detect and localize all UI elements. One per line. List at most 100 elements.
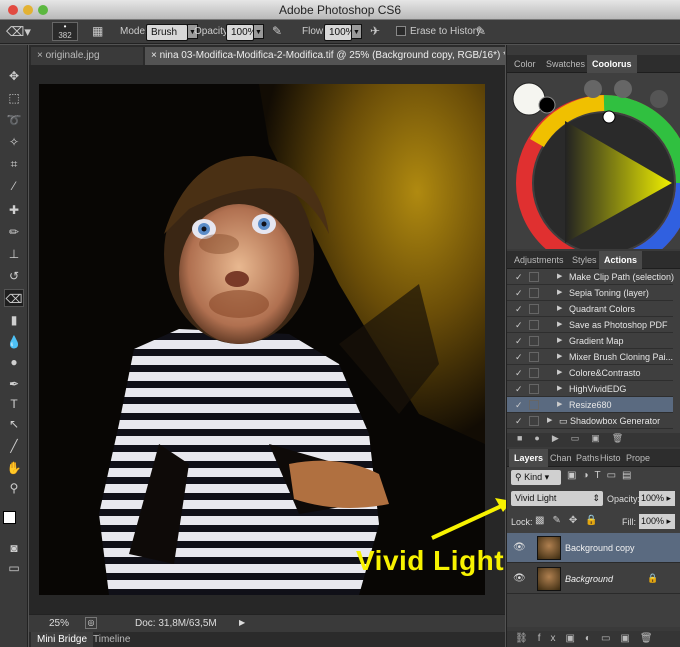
path-select-tool-icon[interactable]: ↖ xyxy=(4,415,24,433)
zoom-tool-icon[interactable]: ⚲ xyxy=(4,479,24,497)
document-image[interactable] xyxy=(39,84,485,595)
history-brush-tool-icon[interactable]: ↺ xyxy=(4,267,24,285)
mode-select[interactable]: Brush ▼ xyxy=(146,24,198,41)
traffic-min[interactable] xyxy=(23,5,33,15)
expand-arrow-icon[interactable]: ▶ xyxy=(557,381,562,397)
tab-originale[interactable]: × originale.jpg xyxy=(31,47,143,65)
share-icon[interactable]: ◎ xyxy=(85,617,97,629)
tab-mini-bridge[interactable]: Mini Bridge xyxy=(31,632,94,647)
check-icon[interactable]: ✓ xyxy=(515,333,523,349)
check-icon[interactable]: ✓ xyxy=(515,301,523,317)
dialog-toggle[interactable] xyxy=(529,384,539,394)
eraser-tool-icon[interactable]: ⌫▾ xyxy=(6,24,31,39)
tab-color[interactable]: Color xyxy=(509,55,541,73)
action-item-selected[interactable]: ✓ ▶ Resize680 xyxy=(507,397,673,413)
traffic-max[interactable] xyxy=(38,5,48,15)
close-icon[interactable]: × xyxy=(151,50,160,61)
eyedropper-tool-icon[interactable]: ⁄ xyxy=(4,177,24,195)
layers-footer-buttons[interactable]: ⛓fx▣◐▭▣🗑 xyxy=(507,631,680,647)
visibility-eye-icon[interactable]: 👁 xyxy=(513,573,526,584)
clone-stamp-tool-icon[interactable]: ⊥ xyxy=(4,245,24,263)
actions-footer-buttons[interactable]: ■●▶▭▣🗑 xyxy=(507,433,680,447)
action-item[interactable]: ✓ ▶ HighVividEDG xyxy=(507,381,673,397)
dialog-toggle[interactable] xyxy=(529,304,539,314)
foreground-color-swatch[interactable] xyxy=(3,511,16,524)
dialog-toggle[interactable] xyxy=(529,336,539,346)
tab-coolorus[interactable]: Coolorus xyxy=(587,55,637,73)
blend-mode-select[interactable]: Vivid Light ⇕ xyxy=(511,491,603,506)
brush-panel-icon[interactable]: ▦ xyxy=(92,24,103,39)
dialog-toggle[interactable] xyxy=(529,416,539,426)
dialog-toggle[interactable] xyxy=(529,272,539,282)
airbrush-icon[interactable]: ✈ xyxy=(370,24,380,39)
kind-filter-select[interactable]: ⚲ Kind ▾ xyxy=(511,470,561,485)
screen-mode-icon[interactable]: ▭ xyxy=(4,559,24,577)
status-menu-arrow-icon[interactable]: ▶ xyxy=(239,618,245,627)
action-item[interactable]: ✓ ▶ Gradient Map xyxy=(507,333,673,349)
line-tool-icon[interactable]: ╱ xyxy=(4,437,24,455)
layer-opacity-field[interactable]: 100% ▸ xyxy=(639,491,675,506)
action-item[interactable]: ✓ ▶ Colore&Contrasto xyxy=(507,365,673,381)
expand-arrow-icon[interactable]: ▶ xyxy=(557,317,562,333)
fill-field[interactable]: 100% ▸ xyxy=(639,514,675,529)
tab-timeline[interactable]: Timeline xyxy=(87,632,136,647)
pressure-size-icon[interactable]: ✎ xyxy=(476,24,486,39)
dialog-toggle[interactable] xyxy=(529,288,539,298)
dialog-toggle[interactable] xyxy=(529,320,539,330)
layer-filter-icons[interactable]: ▣◑T▭▤ xyxy=(567,470,638,481)
quick-mask-icon[interactable]: ◙ xyxy=(4,539,24,557)
action-item[interactable]: ✓ ▶ Sepia Toning (layer) xyxy=(507,285,673,301)
tab-styles[interactable]: Styles xyxy=(567,251,602,269)
flow-select[interactable]: 100%▼ xyxy=(324,24,362,41)
quick-select-tool-icon[interactable]: ✧ xyxy=(4,133,24,151)
check-icon[interactable]: ✓ xyxy=(515,381,523,397)
dialog-toggle[interactable] xyxy=(529,368,539,378)
expand-arrow-icon[interactable]: ▶ xyxy=(557,333,562,349)
action-item[interactable]: ✓ ▶ Save as Photoshop PDF xyxy=(507,317,673,333)
brush-preset-picker[interactable]: • 382 xyxy=(52,22,78,41)
blur-tool-icon[interactable]: 💧 xyxy=(4,333,24,351)
expand-arrow-icon[interactable]: ▶ xyxy=(557,365,562,381)
dodge-tool-icon[interactable]: ● xyxy=(4,353,24,371)
expand-arrow-icon[interactable]: ▶ xyxy=(557,301,562,317)
check-icon[interactable]: ✓ xyxy=(515,269,523,285)
expand-arrow-icon[interactable]: ▶ xyxy=(557,285,562,301)
check-icon[interactable]: ✓ xyxy=(515,317,523,333)
traffic-close[interactable] xyxy=(8,5,18,15)
check-icon[interactable]: ✓ xyxy=(515,397,523,413)
dialog-toggle[interactable] xyxy=(529,400,539,410)
coolorus-color-wheel[interactable] xyxy=(507,73,680,249)
zoom-level[interactable]: 25% xyxy=(49,618,69,629)
gradient-tool-icon[interactable]: ▮ xyxy=(4,311,24,329)
lock-icons[interactable]: ▩✎✥🔒 xyxy=(535,515,606,526)
tab-layers[interactable]: Layers xyxy=(509,449,549,467)
visibility-eye-icon[interactable]: 👁 xyxy=(513,542,526,553)
brush-tool-icon[interactable]: ✏ xyxy=(4,223,24,241)
move-tool-icon[interactable]: ✥ xyxy=(4,67,24,85)
expand-arrow-icon[interactable]: ▶ xyxy=(557,269,562,285)
expand-arrow-icon[interactable]: ▶ xyxy=(547,413,552,429)
tab-swatches[interactable]: Swatches xyxy=(541,55,590,73)
tab-actions[interactable]: Actions xyxy=(599,251,643,269)
expand-arrow-icon[interactable]: ▶ xyxy=(557,349,562,365)
action-item[interactable]: ✓ ▶ Make Clip Path (selection) xyxy=(507,269,674,285)
healing-tool-icon[interactable]: ✚ xyxy=(4,201,24,219)
dialog-toggle[interactable] xyxy=(529,352,539,362)
check-icon[interactable]: ✓ xyxy=(515,413,523,429)
marquee-tool-icon[interactable]: ⬚ xyxy=(4,89,24,107)
eraser-tool-icon[interactable]: ⌫ xyxy=(4,289,24,307)
action-item[interactable]: ✓ ▶ Mixer Brush Cloning Pai... xyxy=(507,349,673,365)
crop-tool-icon[interactable]: ⌗ xyxy=(4,155,24,173)
pen-tool-icon[interactable]: ✒ xyxy=(4,375,24,393)
layer-row[interactable]: 👁 Background 🔒 xyxy=(507,564,680,594)
type-tool-icon[interactable]: T xyxy=(4,395,24,413)
erase-history-checkbox[interactable]: Erase to History xyxy=(396,24,481,39)
check-icon[interactable]: ✓ xyxy=(515,365,523,381)
layer-row-selected[interactable]: 👁 Background copy xyxy=(507,533,680,563)
close-icon[interactable]: × xyxy=(37,50,46,61)
lasso-tool-icon[interactable]: ➰ xyxy=(4,111,24,129)
hand-tool-icon[interactable]: ✋ xyxy=(4,459,24,477)
expand-arrow-icon[interactable]: ▶ xyxy=(557,397,562,413)
pressure-opacity-icon[interactable]: ✎ xyxy=(272,24,282,39)
check-icon[interactable]: ✓ xyxy=(515,349,523,365)
